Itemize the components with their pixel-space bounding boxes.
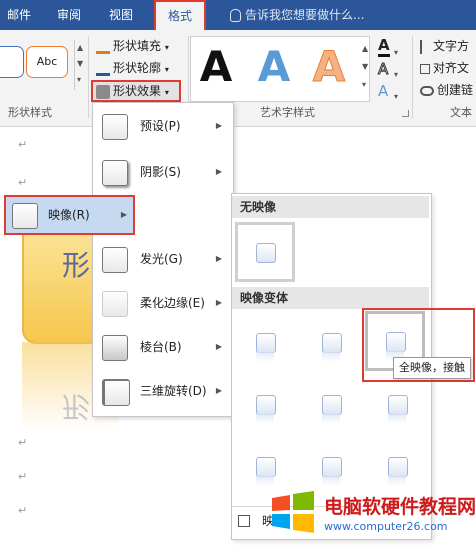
wordart-style-orange[interactable]: A (306, 43, 352, 90)
bevel-icon (102, 335, 128, 361)
dialog-launcher-icon[interactable] (402, 110, 409, 117)
pencil-icon (96, 62, 110, 76)
reflection-variant[interactable] (367, 374, 427, 434)
shape-effects-button[interactable]: 形状效果 ▾ (91, 80, 181, 102)
glow-icon (102, 247, 128, 273)
menu-item-bevel[interactable]: 棱台(B) ▶ (92, 327, 232, 367)
reflection-option-none[interactable] (235, 222, 295, 282)
wordart-style-black[interactable]: A (193, 44, 239, 90)
reflection-variant[interactable] (235, 312, 295, 372)
ribbon-separator (412, 36, 413, 118)
text-outline-button[interactable]: A (377, 60, 388, 79)
shape-text-reflection: 形 (62, 390, 91, 423)
watermark-title: 电脑软硬件教程网 (324, 496, 476, 518)
shape-style-scroll[interactable]: ▲ ▼ ▾ (74, 40, 87, 90)
reflection-variant[interactable] (301, 436, 361, 496)
lightbulb-icon (230, 9, 241, 22)
shape-outline-button[interactable]: 形状轮廓 ▾ (96, 58, 169, 78)
3d-rotation-icon (102, 379, 130, 406)
tab-format[interactable]: 格式 (154, 0, 206, 30)
ribbon-separator (88, 36, 89, 118)
preset-icon (102, 114, 128, 140)
menu-item-reflection[interactable]: 映像(R) ▶ (4, 195, 135, 235)
tell-me-box[interactable]: 告诉我您想要做什么... (230, 0, 364, 30)
submenu-arrow-icon: ▶ (215, 386, 222, 395)
link-icon (420, 85, 434, 96)
menu-item-soft-edges[interactable]: 柔化边缘(E) ▶ (92, 283, 232, 323)
paragraph-mark: ↵ (18, 436, 28, 449)
tab-mailings[interactable]: 邮件 (0, 0, 38, 30)
submenu-arrow-icon: ▶ (215, 254, 222, 263)
shape-text: 形 (62, 249, 91, 282)
reflection-variant[interactable] (235, 374, 295, 434)
text-fill-button[interactable]: A (378, 36, 390, 57)
reflection-icon (12, 203, 38, 229)
menu-item-glow[interactable]: 发光(G) ▶ (92, 239, 232, 279)
text-direction-button[interactable]: 文字方 (420, 36, 469, 56)
submenu-arrow-icon: ▶ (215, 121, 222, 130)
tab-view[interactable]: 视图 (100, 0, 142, 30)
wordart-gallery-scroll[interactable]: ▲ ▼ ▾ (362, 40, 372, 98)
paragraph-mark: ↵ (18, 138, 28, 151)
menu-item-preset[interactable]: 预设(P) ▶ (92, 106, 232, 146)
text-effects-button[interactable]: A (378, 82, 388, 100)
shape-fill-button[interactable]: 形状填充 ▾ (96, 36, 169, 56)
menu-item-3d-rotation[interactable]: 三维旋转(D) ▶ (92, 371, 232, 411)
paragraph-mark: ↵ (18, 176, 28, 189)
shadow-icon (102, 160, 128, 186)
wordart-style-blue[interactable]: A (251, 44, 297, 90)
soft-edges-icon (102, 291, 128, 317)
submenu-heading-variants: 映像变体 (232, 287, 429, 309)
windows-logo-icon (268, 490, 318, 534)
submenu-arrow-icon: ▶ (215, 342, 222, 351)
submenu-heading-no-reflection: 无映像 (232, 196, 429, 218)
reflection-variant[interactable] (301, 312, 361, 372)
submenu-arrow-icon: ▶ (215, 298, 222, 307)
tab-review[interactable]: 审阅 (48, 0, 90, 30)
menu-item-shadow[interactable]: 阴影(S) ▶ (92, 152, 232, 192)
group-label-text: 文本 (450, 106, 472, 119)
paragraph-mark: ↵ (18, 470, 28, 483)
reflection-variant[interactable] (367, 436, 427, 496)
text-format-dropdown-icons[interactable]: ▾ ▾ ▾ (394, 42, 398, 108)
tooltip: 全映像，接触 (393, 357, 471, 379)
create-link-button[interactable]: 创建链 (420, 80, 473, 100)
submenu-arrow-icon: ▶ (215, 167, 222, 176)
paint-bucket-icon (96, 40, 110, 54)
shape-effects-icon (96, 84, 110, 99)
reflection-variant[interactable] (301, 374, 361, 434)
tell-me-placeholder: 告诉我您想要做什么... (245, 8, 365, 22)
group-label-wordart-styles: 艺术字样式 (260, 106, 315, 119)
submenu-arrow-icon: ▶ (120, 210, 127, 219)
reflection-variant[interactable] (235, 436, 295, 496)
shape-style-thumb-2[interactable]: Abc (26, 46, 68, 78)
shape-style-thumb-1[interactable] (0, 46, 24, 78)
paragraph-mark: ↵ (18, 504, 28, 517)
align-text-button[interactable]: 对齐文 (420, 58, 469, 78)
watermark-url: www.computer26.com (324, 520, 448, 533)
group-label-shape-styles: 形状样式 (8, 106, 52, 119)
align-text-icon (420, 63, 430, 74)
text-direction-icon (420, 39, 430, 54)
reflection-options-checkbox[interactable] (238, 515, 250, 527)
